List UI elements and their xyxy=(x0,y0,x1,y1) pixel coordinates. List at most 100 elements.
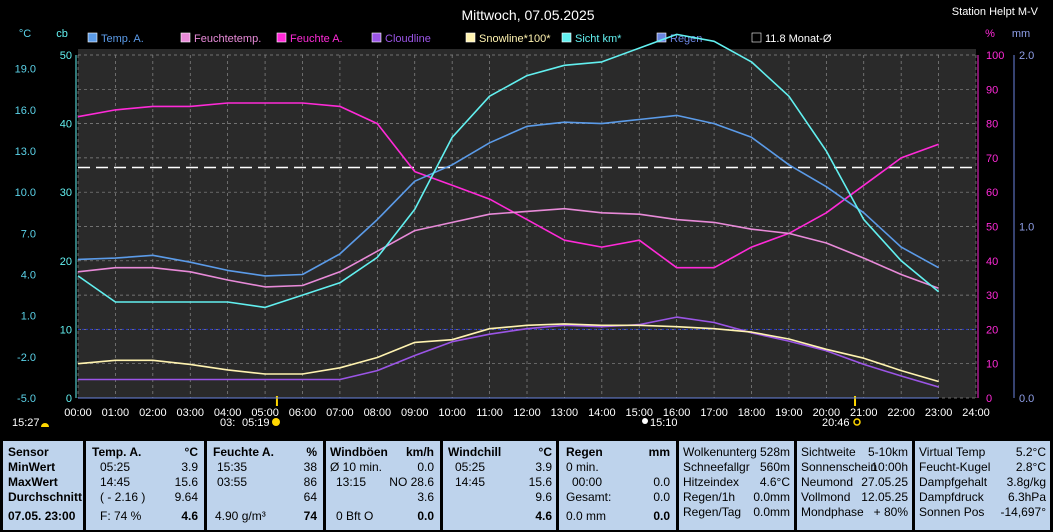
temp-min-time: 05:25 xyxy=(100,460,131,474)
hum-avg-val: 64 xyxy=(303,490,317,504)
temp-unit: °C xyxy=(184,445,198,459)
misc2-label: Sichtweite xyxy=(801,445,856,459)
stats-humidity: Feuchte A.% 15:35 38 03:55 86 64 4.90 g/m³… xyxy=(207,441,323,530)
legend-label: Feuchtetemp. xyxy=(194,33,261,45)
hum-last-val: 74 xyxy=(303,509,317,523)
min-label: MinWert xyxy=(8,460,56,474)
stats-misc-1: Wolkenunterg 528m Schneefallgr 560m Hitzei… xyxy=(679,441,794,530)
time-tick-label: 06:00 xyxy=(289,407,317,419)
misc1-value: 528m xyxy=(759,445,790,459)
rain-r1-label: 0 min. xyxy=(566,460,599,474)
temp-last-val: 4.6 xyxy=(181,509,198,523)
pct-tick-label: 0 xyxy=(986,393,992,405)
misc2-label: Mondphase xyxy=(801,505,864,519)
chill-title: Windchill xyxy=(448,445,502,459)
date-label: 07.05. 23:00 xyxy=(8,509,76,523)
misc3-value: 3.8g/kg xyxy=(1006,475,1046,489)
misc3-label: Sonnen Pos xyxy=(919,505,985,519)
moon-icon xyxy=(642,418,648,424)
stats-panel: Sensor MinWert MaxWert Durchschnitt 07.0… xyxy=(0,432,1053,532)
pct-tick-label: 10 xyxy=(986,359,998,371)
hum-min-time: 15:35 xyxy=(217,460,248,474)
misc2-label: Neumond xyxy=(801,475,854,489)
dawn-label: 03: xyxy=(220,417,235,429)
sun-icon xyxy=(272,418,280,426)
wind-min-val: 0.0 xyxy=(417,460,434,474)
misc2-value: 27.05.25 xyxy=(861,475,908,489)
time-tick-label: 24:00 xyxy=(962,407,990,419)
rain-unit: mm xyxy=(648,445,670,459)
misc2-label: Vollmond xyxy=(801,490,851,504)
legend-label: Sicht km* xyxy=(575,33,622,45)
moon-label: 15:10 xyxy=(650,417,678,429)
temp-tick-label: 19.0 xyxy=(15,64,36,76)
pct-tick-label: 20 xyxy=(986,324,998,336)
rain-r3-val: 0.0 xyxy=(653,490,670,504)
time-tick-label: 18:00 xyxy=(738,407,766,419)
time-tick-label: 19:00 xyxy=(775,407,803,419)
chill-unit: °C xyxy=(538,445,552,459)
station-name: Station Helpt M-V xyxy=(952,6,1039,18)
rain-r3-label: Gesamt: xyxy=(566,490,612,504)
pct-tick-label: 60 xyxy=(986,187,998,199)
misc3-value: 2.8°C xyxy=(1015,460,1046,474)
misc3-label: Dampfdruck xyxy=(919,490,984,504)
time-tick-label: 21:00 xyxy=(850,407,878,419)
chill-last-val: 4.6 xyxy=(535,509,552,523)
time-tick-label: 17:00 xyxy=(700,407,728,419)
cb-tick-label: 30 xyxy=(60,187,72,199)
time-tick-label: 14:00 xyxy=(588,407,616,419)
misc2-value: 5-10km xyxy=(867,445,908,459)
unit-cb: cb xyxy=(56,28,68,40)
misc1-value: 0.0mm xyxy=(753,505,790,519)
time-tick-label: 09:00 xyxy=(401,407,429,419)
mm-tick-label: 0.0 xyxy=(1019,393,1034,405)
pct-tick-label: 90 xyxy=(986,84,998,96)
legend-label: 11.8 Monat-Ø xyxy=(765,33,832,45)
temp-tick-label: -5.0 xyxy=(17,393,36,405)
misc1-value: 0.0mm xyxy=(753,490,790,504)
legend-swatch xyxy=(87,32,98,43)
pct-tick-label: 70 xyxy=(986,153,998,165)
temp-max-val: 15.6 xyxy=(174,475,198,489)
legend-swatch xyxy=(276,32,287,43)
cb-tick-label: 10 xyxy=(60,324,72,336)
time-tick-label: 11:00 xyxy=(476,407,503,419)
hum-unit: % xyxy=(306,445,317,459)
temp-tick-label: -2.0 xyxy=(17,352,36,364)
stats-temp: Temp. A. °C 05:25 3.9 14:45 15.6 ( - 2.16 )… xyxy=(86,441,204,530)
wind-unit: km/h xyxy=(405,445,434,459)
misc3-label: Virtual Temp xyxy=(919,445,986,459)
temp-min-val: 3.9 xyxy=(181,460,198,474)
legend-swatch xyxy=(371,32,382,43)
stats-misc-2: Sichtweite 5-10km Sonnenschein 10:00h Neum… xyxy=(797,441,912,530)
unit-pct: % xyxy=(985,28,995,40)
legend-label: Feuchte A. xyxy=(290,33,343,45)
misc3-label: Feucht-Kugel xyxy=(919,460,991,474)
temp-avg-val: 9.64 xyxy=(174,490,198,504)
rain-r2-label: 00:00 xyxy=(572,475,603,489)
now-label: 15:27 xyxy=(12,417,40,429)
chill-max-time: 14:45 xyxy=(455,475,486,489)
rain-title: Regen xyxy=(566,445,603,459)
wind-title: Windböen xyxy=(330,445,388,459)
temp-max-time: 14:45 xyxy=(100,475,131,489)
pct-tick-label: 50 xyxy=(986,222,998,234)
pct-tick-label: 40 xyxy=(986,256,998,268)
mm-tick-label: 1.0 xyxy=(1019,222,1034,234)
hum-max-time: 03:55 xyxy=(217,475,248,489)
temp-tick-label: 13.0 xyxy=(15,146,36,158)
time-tick-label: 12:00 xyxy=(513,407,541,419)
temp-tick-label: 7.0 xyxy=(21,228,36,240)
unit-temp: °C xyxy=(19,28,31,40)
temp-title: Temp. A. xyxy=(92,445,142,459)
misc2-value: 10:00h xyxy=(871,460,908,474)
wind-avg-val: 3.6 xyxy=(417,490,434,504)
time-tick-label: 08:00 xyxy=(364,407,392,419)
temp-tick-label: 4.0 xyxy=(21,270,36,282)
hum-title: Feuchte A. xyxy=(213,445,274,459)
misc2-value: + 80% xyxy=(873,505,908,519)
rain-r4-label: 0.0 mm xyxy=(566,509,607,523)
hum-last-label: 4.90 g/m³ xyxy=(215,509,266,523)
misc1-label: Regen/Tag xyxy=(683,505,742,519)
